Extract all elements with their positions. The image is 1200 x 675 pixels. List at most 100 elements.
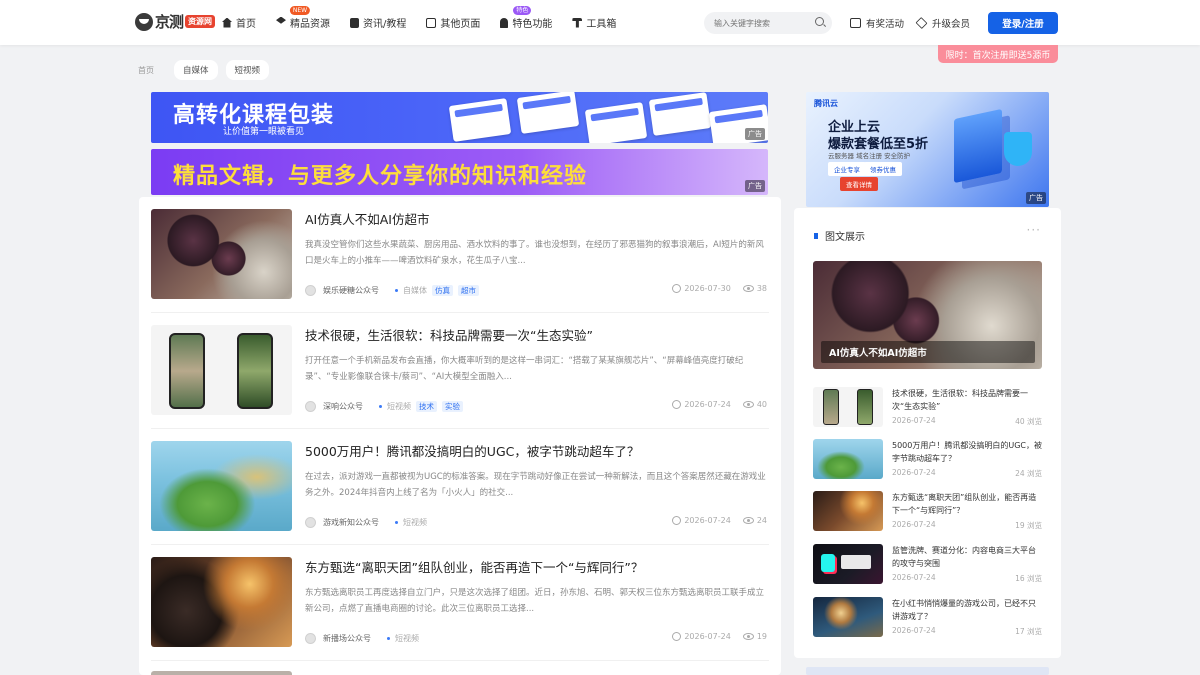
tag-chip[interactable]: 仿真: [432, 284, 453, 296]
showcase-title[interactable]: 东方甄选“离职天团”组队创业，能否再造下一个“与辉同行”？: [892, 491, 1042, 517]
showcase-item[interactable]: 监管洗牌、赛道分化：内容电商三大平台的攻守与突围 2026-07-24 16 浏…: [813, 544, 1042, 586]
avatar[interactable]: [305, 284, 316, 296]
showcase-thumbnail[interactable]: [813, 439, 883, 479]
site-logo[interactable]: 京测 资源网: [135, 11, 216, 32]
shield-icon: [1004, 132, 1032, 166]
tag-chip[interactable]: 超市: [458, 284, 479, 296]
panel-title: 图文展示: [825, 232, 865, 243]
breadcrumb-tab-self-media[interactable]: 自媒体: [174, 60, 218, 80]
banner-title: 精品文辑，与更多人分享你的知识和经验: [173, 164, 588, 189]
logo-badge: 资源网: [185, 15, 216, 28]
promo-ribbon[interactable]: 限时：首次注册即送5源币: [938, 45, 1058, 63]
reward-label: 有奖活动: [866, 19, 905, 30]
article-item[interactable]: 技术很硬，生活很软：科技品牌需要一次“生态实验” 打开任意一个手机新品发布会直播…: [151, 313, 769, 429]
avatar[interactable]: [305, 632, 316, 644]
nav-item-features[interactable]: 特色 特色功能: [500, 0, 552, 45]
reward-activity-link[interactable]: 有奖活动: [850, 16, 904, 30]
article-title[interactable]: 东方甄选“离职天团”组队创业，能否再造下一个“与辉同行”？: [305, 557, 643, 576]
showcase-title[interactable]: 5000万用户！腾讯都没搞明白的UGC，被字节跳动超车了？: [892, 439, 1042, 465]
eye-icon: [742, 285, 754, 292]
article-title[interactable]: 5000万用户！腾讯都没搞明白的UGC，被字节跳动超车了？: [305, 441, 639, 460]
document-icon: [350, 17, 359, 28]
author-name[interactable]: 游戏新知公众号: [323, 517, 379, 528]
category-label[interactable]: 自媒体: [403, 285, 427, 296]
showcase-item[interactable]: 东方甄选“离职天团”组队创业，能否再造下一个“与辉同行”？ 2026-07-24…: [813, 491, 1042, 533]
nav-item-other-pages[interactable]: 其他页面: [426, 0, 480, 45]
search-icon[interactable]: [815, 17, 824, 26]
photo-showcase-panel: 图文展示 ··· AI仿真人不如AI仿超市 技术很硬，生活很软：科技品牌需要一次…: [794, 208, 1061, 658]
nav-item-toolbox[interactable]: 工具箱: [572, 0, 616, 45]
article-stats: 2026-07-24 19: [672, 632, 767, 641]
showcase-views: 19 浏览: [1015, 521, 1042, 530]
article-collection-banner-ad[interactable]: 精品文辑，与更多人分享你的知识和经验 广告: [151, 149, 768, 195]
article-item[interactable]: 东方甄选“离职天团”组队创业，能否再造下一个“与辉同行”？ 东方甄选离职员工再度…: [151, 545, 769, 661]
more-options-icon[interactable]: ···: [1027, 223, 1041, 237]
breadcrumb-home[interactable]: 首页: [138, 65, 154, 76]
showcase-item[interactable]: 技术很硬，生活很软：科技品牌需要一次“生态实验” 2026-07-24 40 浏…: [813, 387, 1042, 429]
showcase-thumbnail[interactable]: [813, 597, 883, 637]
showcase-item[interactable]: 在小红书悄悄爆量的游戏公司，已经不只讲游戏了？ 2026-07-24 17 浏览: [813, 597, 1042, 639]
new-badge: NEW: [289, 6, 311, 15]
showcase-views: 24 浏览: [1015, 469, 1042, 478]
breadcrumb-tab-short-video[interactable]: 短视频: [225, 60, 270, 80]
nav-label: 特色功能: [512, 19, 553, 30]
article-excerpt: 东方甄选离职员工再度选择自立门户，只是这次选择了组团。近日，孙东旭、石明、郭天权…: [305, 588, 765, 614]
phone-image: [169, 333, 205, 409]
category-dot-icon: [387, 636, 390, 640]
showcase-item[interactable]: 5000万用户！腾讯都没搞明白的UGC，被字节跳动超车了？ 2026-07-24…: [813, 439, 1042, 481]
ad-button-coupon[interactable]: 领券优惠: [864, 162, 902, 176]
article-thumbnail[interactable]: [151, 325, 292, 415]
nav-item-news[interactable]: 资讯/教程: [350, 0, 406, 45]
showcase-title[interactable]: 在小红书悄悄爆量的游戏公司，已经不只讲游戏了？: [892, 597, 1042, 623]
showcase-date: 2026-07-24: [892, 416, 936, 425]
nav-item-home[interactable]: 首页: [222, 0, 256, 45]
tag-chip[interactable]: 技术: [416, 400, 437, 412]
ad-label: 广告: [745, 180, 765, 192]
showcase-thumbnail[interactable]: [813, 387, 883, 427]
upgrade-vip-link[interactable]: 升级会员: [915, 16, 971, 30]
author-name[interactable]: 娱乐硬糖公众号: [323, 285, 379, 296]
category-dot-icon: [395, 520, 398, 524]
showcase-title[interactable]: 技术很硬，生活很软：科技品牌需要一次“生态实验”: [892, 387, 1042, 413]
ad-button-enterprise[interactable]: 企业专享: [828, 162, 866, 176]
article-title[interactable]: 技术很硬，生活很软：科技品牌需要一次“生态实验”: [305, 325, 593, 344]
ad-button-details[interactable]: 查看详情: [840, 177, 878, 191]
article-item-partial[interactable]: [151, 671, 292, 675]
nav-item-resources[interactable]: NEW 精品资源: [276, 0, 330, 45]
showcase-thumbnail[interactable]: [813, 544, 883, 584]
category-label[interactable]: 短视频: [387, 401, 411, 412]
article-thumbnail[interactable]: [151, 441, 292, 531]
feature-badge: 特色: [513, 6, 532, 15]
showcase-date: 2026-07-24: [892, 520, 936, 529]
logo-text: 京测: [155, 13, 184, 31]
search-input[interactable]: [704, 12, 832, 34]
article-feed: AI仿真人不如AI仿超市 我真没空管你们这些水果蔬菜、厨房用品、酒水饮料的事了。…: [139, 197, 781, 675]
phone-image: [857, 389, 873, 425]
article-excerpt: 打开任意一个手机新品发布会直播，你大概率听到的是这样一串词汇：“搭载了某某旗舰芯…: [305, 356, 744, 382]
tag-chip[interactable]: 实验: [442, 400, 463, 412]
cloud-side-ad[interactable]: 腾讯云 企业上云 爆款套餐低至5折 云服务器 域名注册 安全防护 企业专享 领券…: [806, 92, 1049, 207]
category-label[interactable]: 短视频: [395, 633, 419, 644]
article-thumbnail[interactable]: [151, 557, 292, 647]
article-item[interactable]: AI仿真人不如AI仿超市 我真没空管你们这些水果蔬菜、厨房用品、酒水饮料的事了。…: [151, 197, 769, 313]
vip-label: 升级会员: [932, 19, 971, 30]
phone-image: [237, 333, 273, 409]
article-item[interactable]: 5000万用户！腾讯都没搞明白的UGC，被字节跳动超车了？ 在过去，派对游戏一直…: [151, 429, 769, 545]
featured-article[interactable]: AI仿真人不如AI仿超市: [813, 261, 1042, 369]
showcase-thumbnail[interactable]: [813, 491, 883, 531]
server-illustration-icon: [954, 108, 1002, 184]
author-name[interactable]: 深响公众号: [323, 401, 363, 412]
course-banner-ad[interactable]: 高转化课程包装 让价值第一眼被看见 广告: [151, 92, 768, 143]
showcase-title[interactable]: 监管洗牌、赛道分化：内容电商三大平台的攻守与突围: [892, 544, 1042, 570]
author-name[interactable]: 新播场公众号: [323, 633, 371, 644]
showcase-date: 2026-07-24: [892, 468, 936, 477]
article-thumbnail[interactable]: [151, 209, 292, 299]
login-register-button[interactable]: 登录/注册: [988, 12, 1058, 34]
avatar[interactable]: [305, 400, 316, 412]
article-stats: 2026-07-24 24: [672, 516, 767, 525]
eye-icon: [742, 517, 754, 524]
ad-brand-logo: 腾讯云: [814, 99, 838, 108]
avatar[interactable]: [305, 516, 316, 528]
category-label[interactable]: 短视频: [403, 517, 427, 528]
article-title[interactable]: AI仿真人不如AI仿超市: [305, 209, 429, 228]
